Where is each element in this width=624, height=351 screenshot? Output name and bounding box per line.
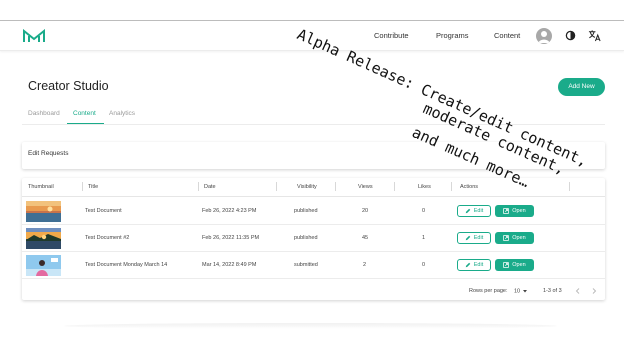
thumbnail-image <box>26 201 61 222</box>
edit-requests-panel[interactable]: Edit Requests <box>22 142 605 169</box>
tabs-divider <box>22 124 605 125</box>
column-header-date[interactable]: Date <box>204 184 216 190</box>
avatar[interactable] <box>536 28 552 44</box>
open-external-icon <box>503 262 510 268</box>
row-title[interactable]: Test Document Monday March 14 <box>85 262 167 268</box>
row-visibility: published <box>294 235 318 241</box>
column-divider[interactable] <box>569 182 570 191</box>
column-header-actions: Actions <box>460 184 479 190</box>
column-divider[interactable] <box>82 182 83 191</box>
thumbnail-image <box>26 255 61 276</box>
row-views: 20 <box>362 208 369 214</box>
pencil-icon <box>465 235 470 241</box>
open-button[interactable]: Open <box>495 259 534 271</box>
open-button[interactable]: Open <box>495 205 534 217</box>
open-button-label: Open <box>512 235 526 241</box>
edit-button-label: Edit <box>473 235 484 241</box>
column-header-likes[interactable]: Likes <box>418 184 431 190</box>
edit-button[interactable]: Edit <box>457 259 491 271</box>
thumbnail-image <box>26 228 61 249</box>
row-likes: 0 <box>422 262 426 268</box>
row-title[interactable]: Test Document <box>85 208 122 214</box>
nav-link-contribute[interactable]: Contribute <box>374 31 409 40</box>
open-button-label: Open <box>512 262 526 268</box>
pencil-icon <box>465 262 470 268</box>
table-row[interactable]: Test Document Monday March 14 Mar 14, 20… <box>22 252 605 279</box>
caret-down-icon <box>522 290 527 293</box>
theme-toggle-icon[interactable] <box>565 30 576 41</box>
pencil-icon <box>465 208 470 214</box>
rows-per-page-label: Rows per page: <box>469 288 508 294</box>
rows-per-page-select[interactable]: 10 <box>514 288 528 294</box>
column-divider[interactable] <box>335 182 336 191</box>
row-likes: 1 <box>422 235 426 241</box>
open-button[interactable]: Open <box>495 232 534 244</box>
chevron-right-icon[interactable] <box>590 287 598 295</box>
edit-button[interactable]: Edit <box>457 205 491 217</box>
row-likes: 0 <box>422 208 426 214</box>
chevron-left-icon[interactable] <box>574 287 582 295</box>
table-row[interactable]: Test Document Feb 26, 2022 4:23 PM publi… <box>22 198 605 225</box>
user-icon <box>538 31 550 43</box>
open-button-label: Open <box>512 208 526 214</box>
row-title[interactable]: Test Document #2 <box>85 235 129 241</box>
row-date: Mar 14, 2022 8:49 PM <box>202 262 257 268</box>
page-title: Creator Studio <box>28 79 109 93</box>
translate-icon[interactable] <box>588 29 601 42</box>
open-external-icon <box>503 208 510 214</box>
row-views: 2 <box>363 262 367 268</box>
navbar: Contribute Programs Content <box>0 21 624 51</box>
column-divider[interactable] <box>394 182 395 191</box>
edit-button-label: Edit <box>473 208 484 214</box>
column-divider[interactable] <box>276 182 277 191</box>
brand-logo-icon[interactable] <box>23 29 45 43</box>
tab-analytics[interactable]: Analytics <box>109 110 135 117</box>
column-divider[interactable] <box>198 182 199 191</box>
edit-requests-title: Edit Requests <box>28 150 69 157</box>
rows-per-page-value: 10 <box>514 288 521 295</box>
column-header-views[interactable]: Views <box>358 184 373 190</box>
edit-button-label: Edit <box>473 262 484 268</box>
column-header-thumbnail[interactable]: Thumbnail <box>28 184 54 190</box>
row-visibility: published <box>294 208 318 214</box>
column-header-visibility[interactable]: Visibility <box>297 184 317 190</box>
add-new-button[interactable]: Add New <box>558 78 605 96</box>
row-date: Feb 26, 2022 11:35 PM <box>202 235 260 241</box>
row-date: Feb 26, 2022 4:23 PM <box>202 208 257 214</box>
table-header-divider <box>22 196 605 197</box>
content-table: Thumbnail Title Date Visibility Views Li… <box>22 178 605 300</box>
table-row[interactable]: Test Document #2 Feb 26, 2022 11:35 PM p… <box>22 225 605 252</box>
open-external-icon <box>503 235 510 241</box>
nav-link-content[interactable]: Content <box>494 31 520 40</box>
row-visibility: submitted <box>294 262 318 268</box>
tab-dashboard[interactable]: Dashboard <box>28 110 60 117</box>
column-header-title[interactable]: Title <box>88 184 98 190</box>
pagination-text: 1-3 of 3 <box>543 288 562 294</box>
tab-content[interactable]: Content <box>73 110 96 117</box>
column-divider[interactable] <box>451 182 452 191</box>
edit-button[interactable]: Edit <box>457 232 491 244</box>
nav-link-programs[interactable]: Programs <box>436 31 469 40</box>
row-views: 45 <box>362 235 369 241</box>
page-bottom-shadow <box>64 323 557 329</box>
